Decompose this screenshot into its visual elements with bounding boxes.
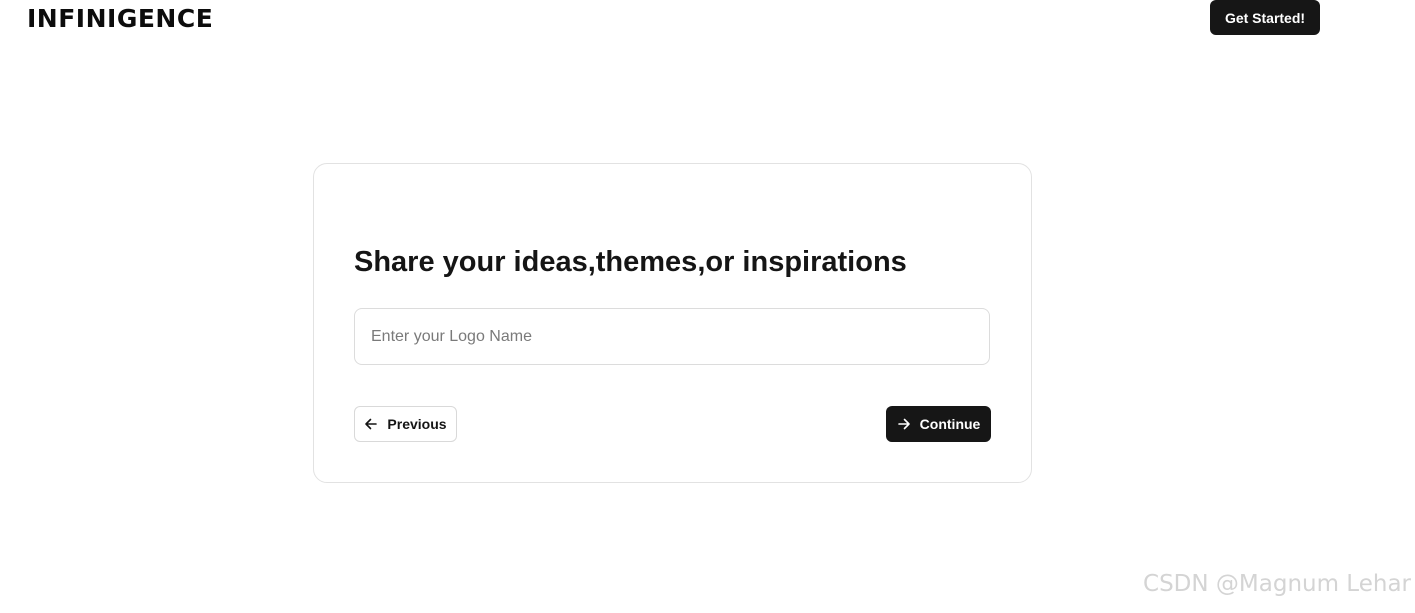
logo-name-input[interactable] (354, 308, 990, 365)
brand-logo[interactable]: INFINIGENCE (27, 3, 213, 35)
continue-button-label: Continue (919, 416, 981, 432)
previous-button[interactable]: Previous (354, 406, 457, 442)
card-title: Share your ideas,themes,or inspirations (354, 246, 907, 278)
get-started-button[interactable]: Get Started! (1210, 0, 1320, 35)
continue-button[interactable]: Continue (886, 406, 991, 442)
watermark: CSDN @Magnum Lehar (1143, 571, 1411, 597)
arrow-right-icon (897, 417, 911, 431)
idea-card: Share your ideas,themes,or inspirations … (313, 163, 1032, 483)
previous-button-label: Previous (387, 416, 447, 432)
arrow-left-icon (364, 417, 378, 431)
